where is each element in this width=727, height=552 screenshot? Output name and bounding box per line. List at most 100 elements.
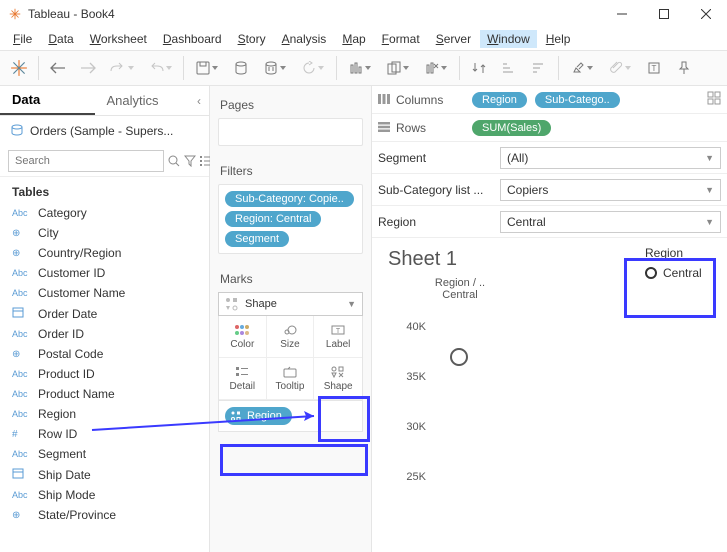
field-state-province[interactable]: ⊕State/Province — [0, 505, 209, 525]
sort-asc-button[interactable] — [494, 53, 524, 83]
quick-filter-select[interactable]: Central▼ — [500, 211, 721, 233]
quick-filter-select[interactable]: (All)▼ — [500, 147, 721, 169]
y-tick-label: 40K — [406, 321, 426, 333]
marks-label-button[interactable]: TLabel — [314, 316, 362, 358]
field-postal-code[interactable]: ⊕Postal Code — [0, 344, 209, 364]
data-point[interactable] — [450, 348, 468, 366]
redo-button[interactable] — [141, 53, 179, 83]
attach-button[interactable] — [601, 53, 639, 83]
tab-data[interactable]: Data — [0, 86, 95, 115]
quick-filter-row: Sub-Category list ...Copiers▼ — [372, 174, 727, 206]
column-pill[interactable]: Sub-Catego.. — [535, 92, 620, 108]
chart-header-1: Region / .. — [430, 277, 490, 289]
field-order-id[interactable]: AbcOrder ID — [0, 324, 209, 344]
column-pill[interactable]: Region — [472, 92, 527, 108]
filter-pill[interactable]: Segment — [225, 231, 289, 247]
menu-format[interactable]: Format — [375, 30, 427, 48]
shape-icon — [229, 409, 243, 423]
duplicate-button[interactable] — [379, 53, 417, 83]
forward-button[interactable] — [73, 53, 103, 83]
field-ship-date[interactable]: Ship Date — [0, 464, 209, 485]
field-order-date[interactable]: Order Date — [0, 303, 209, 324]
marks-shape-button[interactable]: Shape — [314, 358, 362, 400]
menu-help[interactable]: Help — [539, 30, 578, 48]
field-segment[interactable]: AbcSegment — [0, 444, 209, 464]
refresh-button[interactable] — [294, 53, 332, 83]
field-country-region[interactable]: ⊕Country/Region — [0, 243, 209, 263]
save-button[interactable] — [188, 53, 226, 83]
back-button[interactable] — [43, 53, 73, 83]
text-button[interactable]: T — [639, 53, 669, 83]
marks-tooltip-button[interactable]: Tooltip — [267, 358, 315, 400]
menu-server[interactable]: Server — [429, 30, 478, 48]
cards-pane: Pages Filters Sub-Category: Copie..Regio… — [210, 86, 372, 552]
menu-analysis[interactable]: Analysis — [275, 30, 334, 48]
toolbar: T — [0, 50, 727, 86]
maximize-button[interactable] — [643, 0, 685, 28]
menu-file[interactable]: File — [6, 30, 39, 48]
sort-desc-button[interactable] — [524, 53, 554, 83]
row-pill[interactable]: SUM(Sales) — [472, 120, 551, 136]
pin-button[interactable] — [669, 53, 699, 83]
marks-footer[interactable]: Region — [218, 401, 363, 432]
new-worksheet-button[interactable] — [341, 53, 379, 83]
data-pane: Data Analytics ‹ Orders (Sample - Supers… — [0, 86, 210, 552]
search-input[interactable] — [8, 150, 164, 172]
menu-dashboard[interactable]: Dashboard — [156, 30, 229, 48]
menu-data[interactable]: Data — [41, 30, 80, 48]
menu-story[interactable]: Story — [231, 30, 273, 48]
columns-label: Columns — [396, 93, 443, 107]
rows-icon — [378, 121, 390, 135]
marks-region-pill[interactable]: Region — [225, 407, 292, 425]
marks-color-button[interactable]: Color — [219, 316, 267, 358]
collapse-pane-icon[interactable]: ‹ — [189, 94, 209, 108]
legend-mark-icon — [645, 267, 657, 279]
marks-size-button[interactable]: Size — [267, 316, 315, 358]
menubar: FileDataWorksheetDashboardStoryAnalysisM… — [0, 28, 727, 50]
quick-filter-row: Segment(All)▼ — [372, 142, 727, 174]
marks-title: Marks — [218, 266, 363, 292]
field-product-name[interactable]: AbcProduct Name — [0, 384, 209, 404]
menu-map[interactable]: Map — [335, 30, 372, 48]
field-ship-mode[interactable]: AbcShip Mode — [0, 485, 209, 505]
new-datasource-button[interactable] — [226, 53, 256, 83]
clear-button[interactable] — [417, 53, 455, 83]
marks-type-label: Shape — [245, 298, 277, 310]
columns-shelf[interactable]: Region Sub-Catego.. — [470, 90, 701, 110]
filters-shelf[interactable]: Sub-Category: Copie.. Region: Central Segm… — [218, 184, 363, 254]
menu-worksheet[interactable]: Worksheet — [83, 30, 154, 48]
field-product-id[interactable]: AbcProduct ID — [0, 364, 209, 384]
svg-text:T: T — [336, 328, 341, 335]
search-icon[interactable] — [168, 151, 180, 171]
chart-area[interactable]: 25K30K35K40K — [388, 307, 627, 507]
legend-item[interactable]: Central — [645, 266, 719, 280]
highlight-button[interactable] — [563, 53, 601, 83]
field-customer-name[interactable]: AbcCustomer Name — [0, 283, 209, 303]
minimize-button[interactable] — [601, 0, 643, 28]
tableau-logo-toolbar-icon[interactable] — [4, 53, 34, 83]
marks-detail-button[interactable]: Detail — [219, 358, 267, 400]
close-button[interactable] — [685, 0, 727, 28]
tab-analytics[interactable]: Analytics — [95, 87, 190, 114]
pages-shelf[interactable] — [218, 118, 363, 146]
pause-button[interactable] — [256, 53, 294, 83]
filter-pill[interactable]: Region: Central — [225, 211, 321, 227]
filter-icon[interactable] — [184, 151, 196, 171]
tables-header: Tables — [0, 177, 209, 203]
menu-window[interactable]: Window — [480, 30, 537, 48]
undo-button[interactable] — [103, 53, 141, 83]
field-city[interactable]: ⊕City — [0, 223, 209, 243]
swap-button[interactable] — [464, 53, 494, 83]
rows-shelf[interactable]: SUM(Sales) — [470, 118, 721, 138]
field-customer-id[interactable]: AbcCustomer ID — [0, 263, 209, 283]
sheet-title[interactable]: Sheet 1 — [388, 248, 627, 271]
guide-me-icon[interactable] — [707, 91, 721, 108]
quick-filter-select[interactable]: Copiers▼ — [500, 179, 721, 201]
field-region[interactable]: AbcRegion — [0, 404, 209, 424]
datasource-row[interactable]: Orders (Sample - Supers... — [0, 116, 209, 146]
field-row-id[interactable]: #Row ID — [0, 424, 209, 444]
pages-shelf-title: Pages — [218, 92, 363, 118]
marks-type-select[interactable]: Shape ▼ — [218, 292, 363, 316]
field-category[interactable]: AbcCategory — [0, 203, 209, 223]
filter-pill[interactable]: Sub-Category: Copie.. — [225, 191, 354, 207]
